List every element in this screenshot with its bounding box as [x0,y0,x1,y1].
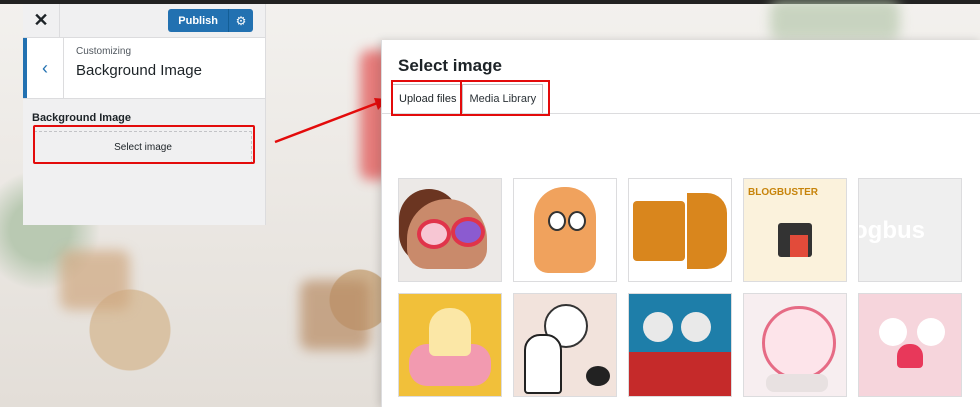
media-thumbnail[interactable]: ogbus [858,178,962,282]
close-button[interactable]: ✕ [23,4,60,37]
media-thumbnail[interactable] [513,293,617,397]
customizer-panel: ✕ Publish ⚙ ‹ Customizing Background Ima… [23,4,266,225]
close-icon: ✕ [33,10,49,30]
section-title: Background Image [76,62,202,79]
media-thumbnail[interactable] [398,293,502,397]
publish-settings-button[interactable]: ⚙ [229,9,253,32]
tabs-highlight-divider [460,82,462,114]
media-thumbnail[interactable]: BLOGBUSTER [743,178,847,282]
modal-title: Select image [398,56,502,75]
section-header: ‹ Customizing Background Image [23,38,265,99]
panel-header: ✕ Publish ⚙ [23,4,265,38]
breadcrumb: Customizing [76,46,132,57]
decor-blob [770,0,900,40]
select-button-highlight [33,125,255,164]
thumbnail-logo-text: BLOGBUSTER [748,187,818,198]
media-thumbnail[interactable] [513,178,617,282]
tabs-highlight [391,80,550,116]
media-thumbnail[interactable] [628,293,732,397]
background-image-label: Background Image [32,112,132,124]
thumbnail-logo-text: ogbus [858,217,925,244]
chevron-left-icon: ‹ [42,57,48,78]
media-thumbnail[interactable] [398,178,502,282]
decor-blob [300,280,370,350]
decor-blob [60,250,130,310]
media-thumbnail[interactable] [628,178,732,282]
back-button[interactable]: ‹ [23,38,64,98]
publish-group: Publish ⚙ [168,9,253,32]
media-thumbnail[interactable] [743,293,847,397]
media-grid: BLOGBUSTER ogbus [398,178,962,397]
section-titles: Customizing Background Image [64,38,202,98]
annotation-arrow [274,98,388,144]
gear-icon: ⚙ [235,13,247,28]
publish-button[interactable]: Publish [168,9,229,32]
media-thumbnail[interactable] [858,293,962,397]
